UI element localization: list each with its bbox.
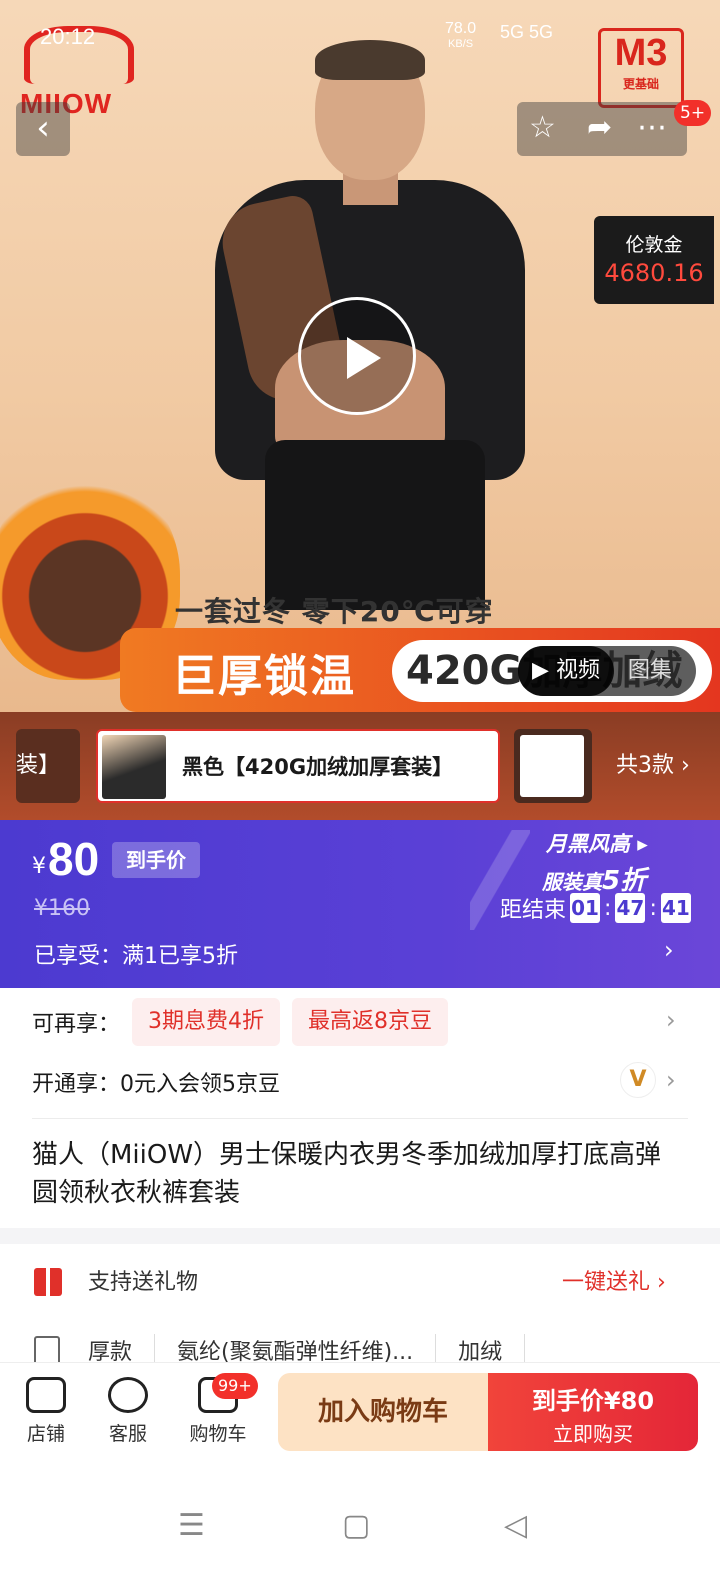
more-dots-icon[interactable]: ⋯ (637, 110, 667, 146)
menu-icon[interactable]: ☰ (178, 1508, 205, 1543)
variant-next[interactable] (514, 729, 592, 803)
variant-thumbnail (102, 735, 166, 799)
bottom-action-bar: 店铺 客服 购物车 99+ 加入购物车 到手价¥80 立即购买 (0, 1362, 720, 1472)
gold-label: 伦敦金 (625, 234, 683, 256)
notification-badge: 5+ (674, 100, 712, 126)
extra-offers-row[interactable]: 可再享： 3期息费4折 最高返8京豆 (32, 998, 449, 1046)
status-signal: 5G 5G (500, 22, 554, 42)
promo-line-2: 巨厚锁温 (172, 651, 356, 702)
final-price-tag: 到手价 (112, 842, 200, 878)
send-gift-link[interactable]: 一键送礼 › (562, 1264, 666, 1296)
price-amount: 80 (48, 833, 100, 885)
play-icon (347, 337, 381, 379)
promo-line-1: 一套过冬 零下20℃可穿 (175, 595, 494, 628)
variant-strip: 装】 黑色【420G加绒加厚套装】 共3款 › (0, 712, 720, 820)
media-tab-switch: ▶ 视频 图集 (518, 646, 696, 696)
variant-prev[interactable]: 装】 (16, 729, 80, 803)
countdown-seconds: 41 (660, 893, 691, 923)
play-video-button[interactable] (298, 297, 416, 415)
shop-button[interactable]: 店铺 (6, 1371, 86, 1446)
customer-service-button[interactable]: 客服 (88, 1371, 168, 1446)
chat-face-icon (108, 1377, 148, 1413)
countdown-timer: 距结束 01: 47: 41 (500, 892, 691, 924)
cart-badge: 99+ (212, 1373, 258, 1399)
back-button[interactable]: ‹ (16, 102, 70, 156)
gift-label: 支持送礼物 (88, 1270, 199, 1295)
top-action-group: ☆ ➦ ⋯ (517, 102, 687, 156)
vip-icon: V (620, 1062, 656, 1098)
buy-now-button[interactable]: 到手价¥80 立即购买 (488, 1373, 698, 1451)
price-currency: ¥ (32, 854, 46, 879)
installment-chip[interactable]: 3期息费4折 (132, 998, 281, 1046)
offers-card: 可再享： 3期息费4折 最高返8京豆 › 开通享：0元入会领5京豆 V › 猫人… (0, 988, 720, 1228)
chevron-right-icon[interactable]: › (666, 1066, 676, 1094)
jingdou-chip[interactable]: 最高返8京豆 (292, 998, 449, 1046)
countdown-minutes: 47 (615, 893, 646, 923)
status-time: 20:12 (40, 24, 96, 49)
tab-video[interactable]: ▶ 视频 (518, 646, 614, 696)
extra-offers-label: 可再享： (32, 1012, 121, 1037)
chevron-right-icon[interactable]: › (664, 936, 674, 964)
share-icon[interactable]: ➦ (587, 110, 612, 146)
star-outline-icon[interactable]: ☆ (529, 110, 556, 146)
variant-count-link[interactable]: 共3款 › (616, 712, 690, 820)
enjoyed-discount[interactable]: 已享受：满1已享5折 (34, 938, 238, 970)
variant-selected[interactable]: 黑色【420G加绒加厚套装】 (96, 729, 500, 803)
store-icon (26, 1377, 66, 1413)
variant-name: 黑色【420G加绒加厚套装】 (182, 755, 454, 779)
membership-offer[interactable]: 开通享：0元入会领5京豆 (32, 1066, 280, 1098)
original-price: ¥160 (34, 896, 90, 921)
countdown-hours: 01 (570, 893, 601, 923)
add-to-cart-button[interactable]: 加入购物车 (278, 1373, 488, 1451)
m3-badge: M3 更基础 (598, 28, 684, 108)
chevron-left-icon: ‹ (36, 108, 50, 148)
divider (32, 1118, 688, 1119)
chevron-right-icon[interactable]: › (666, 1006, 676, 1034)
gold-value: 4680.16 (604, 259, 704, 287)
price-section: ¥ 80 到手价 ¥160 已享受：满1已享5折 › 月黑风高 ▸ 服装真5折 … (0, 820, 720, 988)
tab-gallery[interactable]: 图集 (628, 646, 672, 696)
gift-icon (34, 1268, 62, 1296)
system-nav-bar: ☰ ▢ ◁ (0, 1472, 720, 1584)
product-gallery[interactable]: MIIOW 20:12 78.0 KB/S 5G 5G M3 更基础 ‹ ☆ ➦ … (0, 0, 720, 712)
event-title[interactable]: 月黑风高 ▸ (546, 828, 648, 858)
gift-spec-card: 支持送礼物 一键送礼 › 厚款 氨纶(聚氨酯弹性纤维)... 加绒 (0, 1244, 720, 1374)
home-icon[interactable]: ▢ (342, 1508, 370, 1543)
status-net-speed: 78.0 KB/S (445, 20, 477, 51)
back-icon[interactable]: ◁ (504, 1508, 527, 1543)
product-title: 猫人（MiiOW）男士保暖内衣男冬季加绒加厚打底高弹圆领秋衣秋裤套装 (32, 1140, 662, 1208)
gold-price-widget[interactable]: 伦敦金 4680.16 (594, 216, 714, 304)
